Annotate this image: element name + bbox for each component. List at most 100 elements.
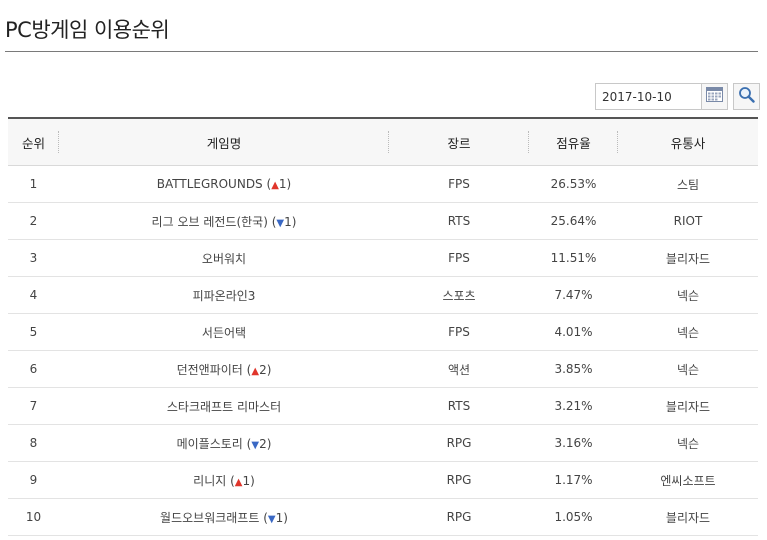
genre-cell: FPS <box>389 165 529 203</box>
name-cell: 서든어택 <box>59 313 389 351</box>
share-cell: 3.21% <box>529 387 618 425</box>
rank-change-value: 1 <box>275 510 284 525</box>
col-name-header: 게임명 <box>59 117 389 166</box>
table-row: 3 오버워치 FPS 11.51% 블리자드 <box>8 239 758 277</box>
share-cell: 7.47% <box>529 276 618 314</box>
genre-cell: FPS <box>389 313 529 351</box>
rank-cell: 4 <box>8 276 59 314</box>
publisher-cell: 블리자드 <box>618 387 758 425</box>
name-cell: 리니지 (▲1) <box>59 461 389 499</box>
rank-cell: 5 <box>8 313 59 351</box>
arrow-up-icon: ▲ <box>234 476 243 488</box>
game-name: 던전앤파이터 <box>176 362 243 377</box>
table-row: 6 던전앤파이터 (▲2) 액션 3.85% 넥슨 <box>8 350 758 388</box>
game-name: 오버워치 <box>201 251 247 266</box>
genre-cell: RTS <box>389 202 529 240</box>
arrow-down-icon: ▼ <box>251 439 260 451</box>
rank-change: (▲1) <box>266 177 292 191</box>
share-cell: 1.17% <box>529 461 618 499</box>
rank-change-value: 1 <box>278 177 287 191</box>
page-title: PC방게임 이용순위 <box>5 18 170 42</box>
share-cell: 3.16% <box>529 424 618 462</box>
name-cell: 오버워치 <box>59 239 389 277</box>
share-cell: 4.01% <box>529 313 618 351</box>
arrow-up-icon: ▲ <box>271 180 279 191</box>
table-row: 9 리니지 (▲1) RPG 1.17% 엔씨소프트 <box>8 461 758 499</box>
name-cell: 월드오브워크래프트 (▼1) <box>59 498 389 536</box>
search-icon <box>738 86 755 107</box>
name-cell: BATTLEGROUNDS (▲1) <box>59 165 389 203</box>
genre-cell: FPS <box>389 239 529 277</box>
table-row: 1 BATTLEGROUNDS (▲1) FPS 26.53% 스팀 <box>8 165 758 203</box>
game-name: 서든어택 <box>201 325 247 340</box>
share-cell: 25.64% <box>529 202 618 240</box>
rank-change: (▼1) <box>271 214 297 229</box>
game-name: 리그 오브 레전드(한국) <box>151 214 268 229</box>
publisher-cell: 블리자드 <box>618 239 758 277</box>
game-name: 월드오브워크래프트 <box>160 510 260 525</box>
rank-change: (▼2) <box>246 436 272 451</box>
rank-change-value: 1 <box>284 214 292 229</box>
table-row: 2 리그 오브 레전드(한국) (▼1) RTS 25.64% RIOT <box>8 202 758 240</box>
col-rank-header: 순위 <box>8 117 59 166</box>
share-cell: 1.05% <box>529 498 618 536</box>
name-cell: 던전앤파이터 (▲2) <box>59 350 389 388</box>
search-button[interactable] <box>733 83 760 110</box>
game-name: 피파온라인3 <box>192 288 256 303</box>
rank-cell: 6 <box>8 350 59 388</box>
publisher-cell: 엔씨소프트 <box>618 461 758 499</box>
arrow-up-icon: ▲ <box>251 365 260 377</box>
calendar-icon <box>706 87 723 106</box>
rank-change: (▲2) <box>246 362 272 377</box>
publisher-cell: 넥슨 <box>618 350 758 388</box>
name-cell: 스타크래프트 리마스터 <box>59 387 389 425</box>
date-picker <box>595 83 728 110</box>
arrow-down-icon: ▼ <box>267 513 276 525</box>
genre-cell: RPG <box>389 461 529 499</box>
table-row: 5 서든어택 FPS 4.01% 넥슨 <box>8 313 758 351</box>
arrow-down-icon: ▼ <box>276 217 285 229</box>
table-row: 10 월드오브워크래프트 (▼1) RPG 1.05% 블리자드 <box>8 498 758 536</box>
rank-cell: 8 <box>8 424 59 462</box>
share-cell: 26.53% <box>529 165 618 203</box>
genre-cell: RPG <box>389 498 529 536</box>
table-row: 4 피파온라인3 스포츠 7.47% 넥슨 <box>8 276 758 314</box>
col-share-header: 점유율 <box>529 117 618 166</box>
game-name: BATTLEGROUNDS <box>156 177 263 191</box>
publisher-cell: 블리자드 <box>618 498 758 536</box>
rank-cell: 9 <box>8 461 59 499</box>
table-row: 7 스타크래프트 리마스터 RTS 3.21% 블리자드 <box>8 387 758 425</box>
game-name: 리니지 <box>193 473 227 488</box>
calendar-button[interactable] <box>701 83 728 110</box>
rank-change: (▲1) <box>230 473 255 488</box>
genre-cell: 스포츠 <box>389 276 529 314</box>
rank-change: (▼1) <box>263 510 288 525</box>
rank-change-value: 2 <box>259 362 267 377</box>
rank-change-value: 1 <box>242 473 251 488</box>
genre-cell: RPG <box>389 424 529 462</box>
publisher-cell: 넥슨 <box>618 424 758 462</box>
table-header-row: 순위 게임명 장르 점유율 유통사 <box>8 117 758 166</box>
col-genre-header: 장르 <box>389 117 529 166</box>
name-cell: 리그 오브 레전드(한국) (▼1) <box>59 202 389 240</box>
title-divider <box>5 51 758 52</box>
share-cell: 3.85% <box>529 350 618 388</box>
table-row: 8 메이플스토리 (▼2) RPG 3.16% 넥슨 <box>8 424 758 462</box>
publisher-cell: RIOT <box>618 202 758 240</box>
rank-cell: 3 <box>8 239 59 277</box>
publisher-cell: 스팀 <box>618 165 758 203</box>
share-cell: 11.51% <box>529 239 618 277</box>
publisher-cell: 넥슨 <box>618 313 758 351</box>
name-cell: 메이플스토리 (▼2) <box>59 424 389 462</box>
date-input[interactable] <box>595 83 701 110</box>
rank-cell: 2 <box>8 202 59 240</box>
rank-change-value: 2 <box>259 436 267 451</box>
publisher-cell: 넥슨 <box>618 276 758 314</box>
name-cell: 피파온라인3 <box>59 276 389 314</box>
genre-cell: 액션 <box>389 350 529 388</box>
ranking-table: 순위 게임명 장르 점유율 유통사 1 BATTLEGROUNDS (▲1) FPS… <box>8 117 758 536</box>
rank-cell: 10 <box>8 498 59 536</box>
rank-cell: 7 <box>8 387 59 425</box>
game-name: 메이플스토리 <box>176 436 243 451</box>
game-name: 스타크래프트 리마스터 <box>166 399 282 414</box>
